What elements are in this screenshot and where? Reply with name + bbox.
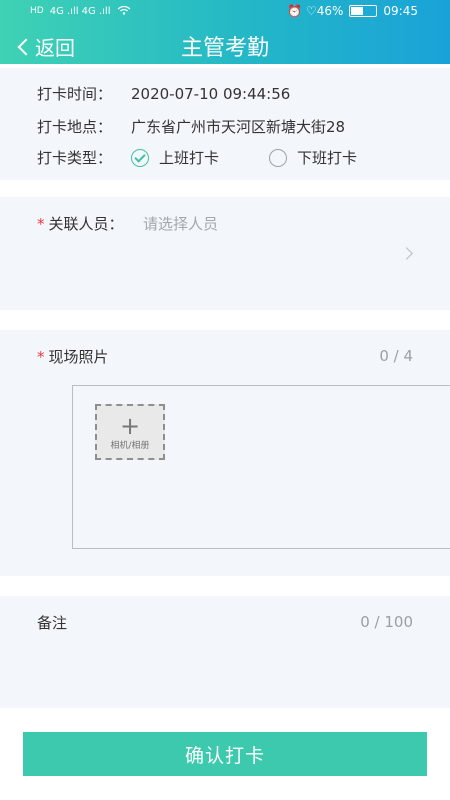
radio-clock-in-label: 上班打卡: [159, 149, 220, 167]
site-photo-label-text: 现场照片: [48, 348, 109, 366]
alarm-battery-text: ⏰ ♡46%: [287, 4, 344, 18]
punch-time-row: 打卡时间： 2020-07-10 09:44:56: [37, 83, 290, 104]
punch-location-row: 打卡地点： 广东省广州市天河区新塘大街28: [37, 116, 345, 137]
radio-clock-out[interactable]: 下班打卡: [269, 147, 357, 168]
related-person-section[interactable]: * 关联人员： 请选择人员: [0, 197, 450, 310]
wifi-icon: [117, 4, 131, 18]
punch-info-section: 打卡时间： 2020-07-10 09:44:56 打卡地点： 广东省广州市天河…: [0, 68, 450, 180]
punch-location-value: 广东省广州市天河区新塘大街28: [131, 118, 346, 136]
punch-type-radio-group: 上班打卡 下班打卡: [131, 147, 407, 168]
punch-time-label: 打卡时间：: [37, 85, 113, 103]
battery-icon: [349, 5, 378, 17]
photo-box: + 相机/相册: [72, 385, 450, 549]
radio-clock-in[interactable]: 上班打卡: [131, 147, 219, 168]
upload-photo-button[interactable]: + 相机/相册: [95, 404, 165, 460]
status-left: HD 4G .ıll 4G .ıll: [30, 4, 131, 18]
related-person-label: * 关联人员：: [37, 213, 124, 234]
upload-photo-text: 相机/相册: [110, 441, 150, 451]
required-mark: *: [37, 215, 45, 233]
punch-location-label: 打卡地点：: [37, 118, 113, 136]
related-person-label-text: 关联人员：: [48, 215, 124, 233]
title-row: 返回 主管考勤: [0, 28, 450, 64]
status-bar: HD 4G .ıll 4G .ıll ⏰ ♡46% 09:45: [0, 0, 450, 24]
radio-unchecked-icon: [269, 148, 288, 167]
punch-time-value: 2020-07-10 09:44:56: [131, 84, 291, 103]
required-mark: *: [37, 348, 45, 366]
header: HD 4G .ıll 4G .ıll ⏰ ♡46% 09:45 返回 主管考勤: [0, 0, 450, 64]
radio-clock-out-label: 下班打卡: [297, 149, 358, 167]
site-photo-section: * 现场照片 0 / 4 + 相机/相册: [0, 330, 450, 576]
sim-icon: HD: [30, 6, 44, 16]
remark-section[interactable]: 备注 0 / 100: [0, 596, 450, 708]
punch-type-row: 打卡类型： 上班打卡 下班打卡: [37, 147, 407, 168]
photo-count: 0 / 4: [379, 347, 413, 365]
radio-checked-icon: [131, 148, 149, 167]
chevron-right-icon[interactable]: [400, 247, 413, 260]
page-title: 主管考勤: [180, 36, 269, 61]
site-photo-label: * 现场照片: [37, 346, 109, 367]
remark-count: 0 / 100: [360, 613, 413, 631]
remark-label: 备注: [37, 614, 68, 632]
clock-text: 09:45: [383, 4, 418, 18]
plus-icon: +: [119, 412, 141, 440]
confirm-punch-button[interactable]: 确认打卡: [23, 732, 427, 776]
signal-icon: 4G .ıll 4G .ıll: [49, 5, 111, 17]
punch-type-label: 打卡类型：: [37, 149, 113, 167]
related-person-placeholder[interactable]: 请选择人员: [143, 213, 218, 234]
attendance-screen: HD 4G .ıll 4G .ıll ⏰ ♡46% 09:45 返回 主管考勤 …: [0, 0, 450, 800]
status-right: ⏰ ♡46% 09:45: [287, 4, 418, 18]
